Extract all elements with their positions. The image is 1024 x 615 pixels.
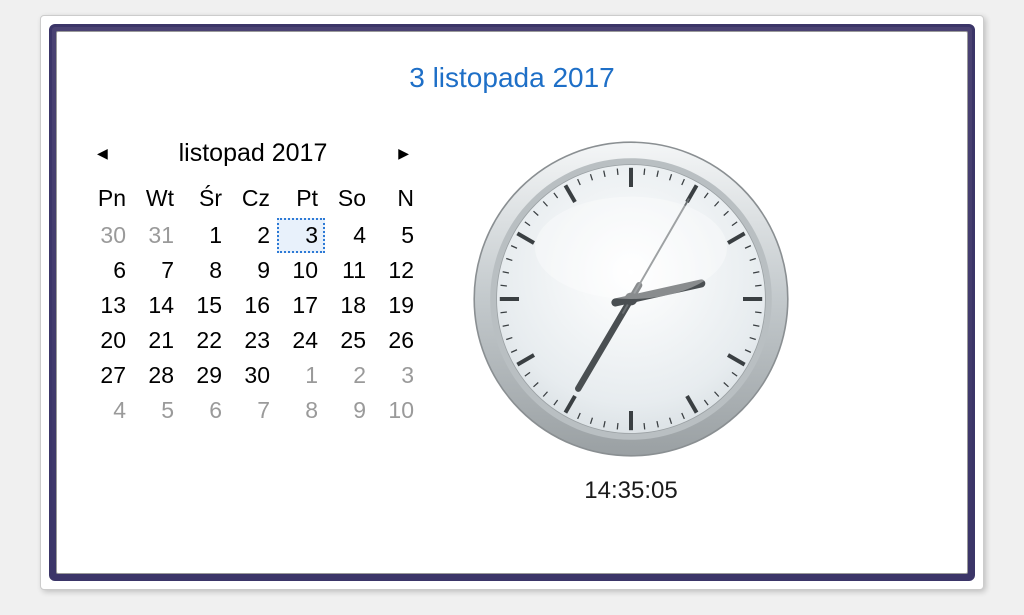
calendar-day-cell[interactable]: 13 — [85, 288, 133, 323]
calendar-day-cell[interactable]: 7 — [229, 393, 277, 428]
calendar: ◀ listopad 2017 ▶ PnWtŚrCzPtSoN303112345… — [85, 139, 421, 428]
calendar-day-cell[interactable]: 1 — [277, 358, 325, 393]
prev-month-arrow-icon[interactable]: ◀ — [91, 143, 114, 164]
calendar-day-cell[interactable]: 30 — [229, 358, 277, 393]
calendar-day-cell[interactable]: 27 — [85, 358, 133, 393]
calendar-day-header: Pn — [85, 182, 133, 218]
calendar-day-cell[interactable]: 11 — [325, 253, 373, 288]
calendar-day-cell[interactable]: 8 — [181, 253, 229, 288]
calendar-day-cell[interactable]: 8 — [277, 393, 325, 428]
calendar-day-cell[interactable]: 29 — [181, 358, 229, 393]
calendar-day-cell[interactable]: 2 — [325, 358, 373, 393]
calendar-day-cell[interactable]: 10 — [277, 253, 325, 288]
calendar-header: ◀ listopad 2017 ▶ — [85, 139, 421, 168]
calendar-day-header: So — [325, 182, 373, 218]
calendar-day-header: N — [373, 182, 421, 218]
calendar-day-header: Wt — [133, 182, 181, 218]
calendar-day-cell[interactable]: 1 — [181, 218, 229, 253]
calendar-day-cell[interactable]: 7 — [133, 253, 181, 288]
calendar-day-cell[interactable]: 31 — [133, 218, 181, 253]
calendar-day-cell[interactable]: 30 — [85, 218, 133, 253]
analog-clock — [471, 139, 791, 459]
calendar-day-cell[interactable]: 23 — [229, 323, 277, 358]
calendar-day-cell[interactable]: 22 — [181, 323, 229, 358]
calendar-day-cell[interactable]: 5 — [373, 218, 421, 253]
calendar-day-header: Pt — [277, 182, 325, 218]
calendar-day-cell[interactable]: 4 — [85, 393, 133, 428]
calendar-day-cell[interactable]: 3 — [277, 218, 325, 253]
calendar-month-label[interactable]: listopad 2017 — [179, 139, 328, 168]
digital-time: 14:35:05 — [584, 477, 677, 505]
date-time-popup: 3 listopada 2017 ◀ listopad 2017 ▶ PnWtŚ… — [56, 31, 968, 574]
current-date-title: 3 listopada 2017 — [85, 62, 939, 94]
calendar-day-cell[interactable]: 2 — [229, 218, 277, 253]
calendar-day-cell[interactable]: 17 — [277, 288, 325, 323]
screenshot-frame: 3 listopada 2017 ◀ listopad 2017 ▶ PnWtŚ… — [40, 15, 984, 590]
calendar-day-cell[interactable]: 15 — [181, 288, 229, 323]
calendar-day-cell[interactable]: 24 — [277, 323, 325, 358]
calendar-day-cell[interactable]: 16 — [229, 288, 277, 323]
content-row: ◀ listopad 2017 ▶ PnWtŚrCzPtSoN303112345… — [85, 139, 939, 505]
next-month-arrow-icon[interactable]: ▶ — [392, 143, 415, 164]
calendar-day-cell[interactable]: 19 — [373, 288, 421, 323]
calendar-day-cell[interactable]: 6 — [85, 253, 133, 288]
calendar-day-cell[interactable]: 5 — [133, 393, 181, 428]
calendar-day-cell[interactable]: 28 — [133, 358, 181, 393]
calendar-day-cell[interactable]: 6 — [181, 393, 229, 428]
calendar-day-cell[interactable]: 20 — [85, 323, 133, 358]
calendar-day-cell[interactable]: 14 — [133, 288, 181, 323]
calendar-day-cell[interactable]: 18 — [325, 288, 373, 323]
calendar-day-cell[interactable]: 4 — [325, 218, 373, 253]
calendar-day-cell[interactable]: 10 — [373, 393, 421, 428]
calendar-day-cell[interactable]: 25 — [325, 323, 373, 358]
calendar-day-header: Śr — [181, 182, 229, 218]
calendar-day-cell[interactable]: 3 — [373, 358, 421, 393]
calendar-day-cell[interactable]: 9 — [325, 393, 373, 428]
calendar-day-cell[interactable]: 21 — [133, 323, 181, 358]
calendar-day-header: Cz — [229, 182, 277, 218]
clock-pane: 14:35:05 — [471, 139, 791, 505]
window-frame: 3 listopada 2017 ◀ listopad 2017 ▶ PnWtŚ… — [49, 24, 975, 581]
calendar-day-cell[interactable]: 9 — [229, 253, 277, 288]
calendar-grid: PnWtŚrCzPtSoN303112345678910111213141516… — [85, 182, 421, 428]
calendar-day-cell[interactable]: 26 — [373, 323, 421, 358]
calendar-day-cell[interactable]: 12 — [373, 253, 421, 288]
